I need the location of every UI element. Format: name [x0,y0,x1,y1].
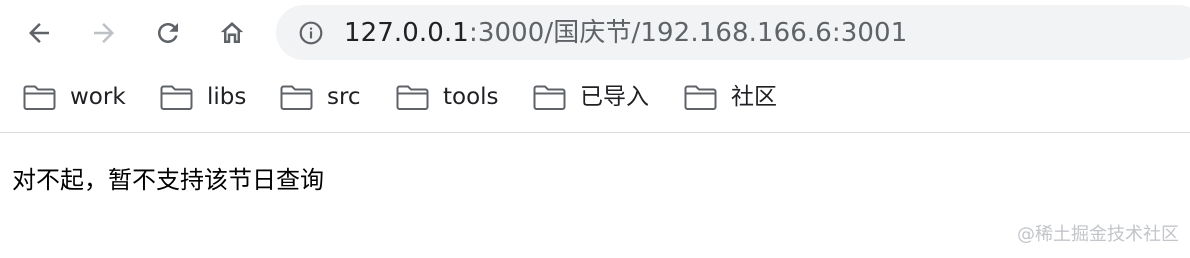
bookmark-work[interactable]: work [23,80,126,114]
folder-icon [684,85,717,110]
folder-icon [160,85,193,110]
back-button[interactable] [21,15,57,51]
browser-toolbar: 127.0.0.1:3000/国庆节/192.168.166.6:3001 [0,0,1190,66]
info-icon[interactable] [298,20,324,46]
bookmark-src[interactable]: src [280,80,361,114]
bookmark-label: work [70,84,126,110]
url-host: 127.0.0.1 [344,18,469,48]
bookmark-label: 社区 [731,84,777,110]
home-icon [220,22,244,43]
reload-icon [158,23,178,43]
bookmark-label: libs [207,84,247,110]
bookmark-imported[interactable]: 已导入 [533,80,649,114]
address-bar[interactable]: 127.0.0.1:3000/国庆节/192.168.166.6:3001 [276,5,1190,60]
folder-icon [23,85,56,110]
bookmark-community[interactable]: 社区 [684,80,777,114]
reload-button[interactable] [150,15,186,51]
forward-button[interactable] [86,15,122,51]
folder-icon [396,85,429,110]
folder-icon [280,85,313,110]
bookmark-tools[interactable]: tools [396,80,499,114]
bookmarks-bar: work libs src tools 已导入 社区 [0,66,1190,133]
arrow-right-icon [94,23,114,43]
folder-icon [533,85,566,110]
home-button[interactable] [214,15,250,51]
page-message: 对不起，暂不支持该节日查询 [12,166,324,194]
bookmark-label: src [327,84,361,110]
arrow-left-icon [29,23,49,43]
url-text[interactable]: 127.0.0.1:3000/国庆节/192.168.166.6:3001 [344,17,907,49]
bookmark-label: tools [443,84,499,110]
bookmark-libs[interactable]: libs [160,80,246,114]
watermark: @稀土掘金技术社区 [1017,224,1179,245]
url-path: :3000/国庆节/192.168.166.6:3001 [468,18,908,48]
bookmark-label: 已导入 [580,84,649,110]
